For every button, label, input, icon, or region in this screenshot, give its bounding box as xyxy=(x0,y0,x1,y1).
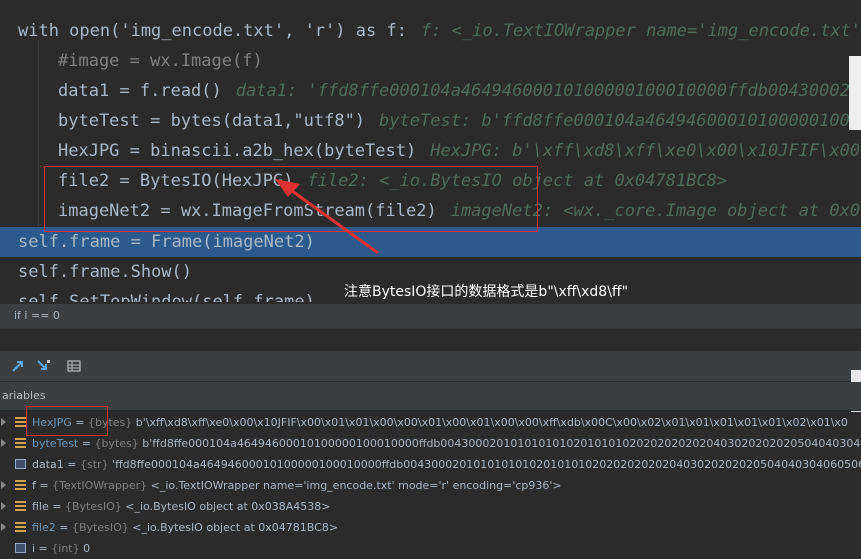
expand-arrow-icon[interactable] xyxy=(1,502,6,510)
variable-type: {str} xyxy=(80,458,109,471)
variable-value: <_io.TextIOWrapper name='img_encode.txt'… xyxy=(150,479,562,492)
list-variable-icon xyxy=(15,417,26,427)
string-variable-icon xyxy=(15,459,26,469)
variable-type: {BytesIO} xyxy=(71,521,129,534)
variable-value: 'ffd8ffe000104a4649460001010000010001000… xyxy=(112,458,861,471)
variable-value: <_io.BytesIO object at 0x04781BC8> xyxy=(132,521,339,534)
variable-type: {TextIOWrapper} xyxy=(52,479,148,492)
variable-type: {int} xyxy=(51,542,80,555)
list-variable-icon xyxy=(15,522,26,532)
variable-name: i xyxy=(32,542,36,555)
debug-toolbar xyxy=(0,350,861,381)
annotation-text: 注意BytesIO接口的数据格式是b"\xff\xd8\ff" xyxy=(344,284,629,300)
expand-arrow-icon[interactable] xyxy=(1,418,6,426)
variable-value: b'ffd8ffe000104a464946000101000001000100… xyxy=(142,437,861,450)
list-variable-icon xyxy=(15,438,26,448)
variables-title: ariables xyxy=(2,389,46,402)
variable-row[interactable]: f = {TextIOWrapper} <_io.TextIOWrapper n… xyxy=(0,475,861,496)
variable-row[interactable]: i = {int} 0 xyxy=(0,538,861,559)
variable-name: file xyxy=(32,500,49,513)
breadcrumb-text: if i == 0 xyxy=(14,309,60,322)
variable-name: file2 xyxy=(32,521,56,534)
variable-row[interactable]: HexJPG = {bytes} b'\xff\xd8\xff\xe0\x00\… xyxy=(0,412,861,433)
variables-panel-header: ariables xyxy=(0,382,861,411)
breadcrumb[interactable]: if i == 0 xyxy=(0,304,861,329)
highlight-box-variable xyxy=(26,406,108,436)
variable-name: f xyxy=(32,479,36,492)
annotation-arrow-icon xyxy=(275,179,379,255)
variables-list[interactable]: HexJPG = {bytes} b'\xff\xd8\xff\xe0\x00\… xyxy=(0,412,861,555)
evaluate-table-icon[interactable] xyxy=(66,358,82,374)
expand-arrow-icon[interactable] xyxy=(1,481,6,489)
variable-row[interactable]: data1 = {str} 'ffd8ffe000104a46494600010… xyxy=(0,454,861,475)
variable-name: data1 xyxy=(32,458,64,471)
list-variable-icon xyxy=(15,501,26,511)
variable-value: b'\xff\xd8\xff\xe0\x00\x10JFIF\x00\x01\x… xyxy=(135,416,848,429)
variable-name: byteTest xyxy=(32,437,79,450)
expand-arrow-icon[interactable] xyxy=(1,439,6,447)
step-into-my-code-icon[interactable] xyxy=(36,358,52,374)
variable-row[interactable]: byteTest = {bytes} b'ffd8ffe000104a46494… xyxy=(0,433,861,454)
variable-row[interactable]: file = {BytesIO} <_io.BytesIO object at … xyxy=(0,496,861,517)
variable-type: {BytesIO} xyxy=(64,500,122,513)
list-variable-icon xyxy=(15,480,26,490)
step-into-icon[interactable] xyxy=(10,358,26,374)
int-variable-icon xyxy=(15,543,26,553)
expand-arrow-icon[interactable] xyxy=(1,523,6,531)
variable-value: <_io.BytesIO object at 0x038A4538> xyxy=(125,500,331,513)
variable-value: 0 xyxy=(83,542,91,555)
variable-type: {bytes} xyxy=(94,437,139,450)
variable-row[interactable]: file2 = {BytesIO} <_io.BytesIO object at… xyxy=(0,517,861,538)
